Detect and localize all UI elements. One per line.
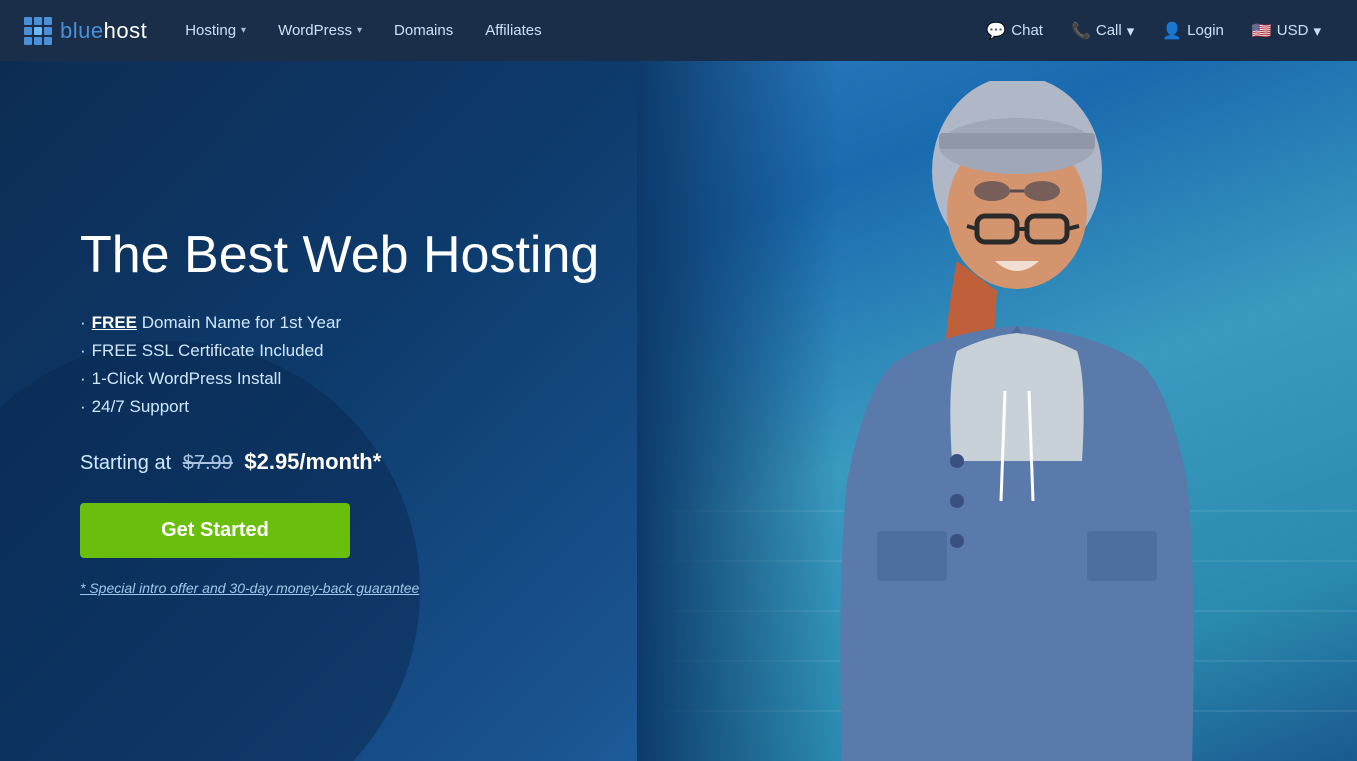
- chevron-down-icon: ▾: [1127, 22, 1135, 40]
- user-icon: 👤: [1162, 21, 1182, 41]
- nav-item-wordpress[interactable]: WordPress ▾: [264, 0, 376, 61]
- hero-image-area: [637, 61, 1357, 761]
- hero-title: The Best Web Hosting: [80, 226, 599, 286]
- chevron-down-icon: ▾: [241, 25, 246, 36]
- hero-features-list: · FREE Domain Name for 1st Year · FREE S…: [80, 313, 599, 417]
- feature-item-wordpress: · 1-Click WordPress Install: [80, 369, 599, 389]
- nav-right: 💬 Chat 📞 Call ▾ 👤 Login 🇺🇸 USD ▾: [974, 0, 1333, 61]
- feature-item-domain: · FREE Domain Name for 1st Year: [80, 313, 599, 333]
- nav-item-affiliates[interactable]: Affiliates: [471, 0, 555, 61]
- hero-section: The Best Web Hosting · FREE Domain Name …: [0, 61, 1357, 761]
- nav-item-domains[interactable]: Domains: [380, 0, 467, 61]
- bullet-icon: ·: [80, 397, 86, 417]
- nav-links: Hosting ▾ WordPress ▾ Domains Affiliates: [171, 0, 974, 61]
- nav-chat[interactable]: 💬 Chat: [974, 0, 1055, 61]
- nav-login[interactable]: 👤 Login: [1150, 0, 1236, 61]
- nav-currency[interactable]: 🇺🇸 USD ▾: [1240, 0, 1333, 61]
- bullet-icon: ·: [80, 369, 86, 389]
- bullet-icon: ·: [80, 313, 86, 333]
- hero-disclaimer[interactable]: * Special intro offer and 30-day money-b…: [80, 580, 599, 596]
- feature-item-ssl: · FREE SSL Certificate Included: [80, 341, 599, 361]
- feature-item-support: · 24/7 Support: [80, 397, 599, 417]
- nav-call[interactable]: 📞 Call ▾: [1059, 0, 1146, 61]
- flag-icon: 🇺🇸: [1252, 21, 1272, 41]
- chat-icon: 💬: [986, 21, 1006, 41]
- bullet-icon: ·: [80, 341, 86, 361]
- brand-name: bluehost: [60, 18, 147, 44]
- old-price: $7.99: [183, 452, 233, 474]
- hero-content: The Best Web Hosting · FREE Domain Name …: [0, 226, 599, 597]
- hero-image-fade: [637, 61, 837, 761]
- chevron-down-icon: ▾: [357, 25, 362, 36]
- brand-logo[interactable]: bluehost: [24, 17, 147, 45]
- phone-icon: 📞: [1071, 21, 1091, 41]
- get-started-button[interactable]: Get Started: [80, 503, 350, 558]
- nav-item-hosting[interactable]: Hosting ▾: [171, 0, 260, 61]
- chevron-down-icon: ▾: [1313, 22, 1321, 40]
- new-price: $2.95/month*: [244, 449, 381, 474]
- free-label: FREE: [92, 313, 137, 332]
- hero-pricing: Starting at $7.99 $2.95/month*: [80, 449, 599, 475]
- navbar: bluehost Hosting ▾ WordPress ▾ Domains A…: [0, 0, 1357, 61]
- brand-grid-icon: [24, 17, 52, 45]
